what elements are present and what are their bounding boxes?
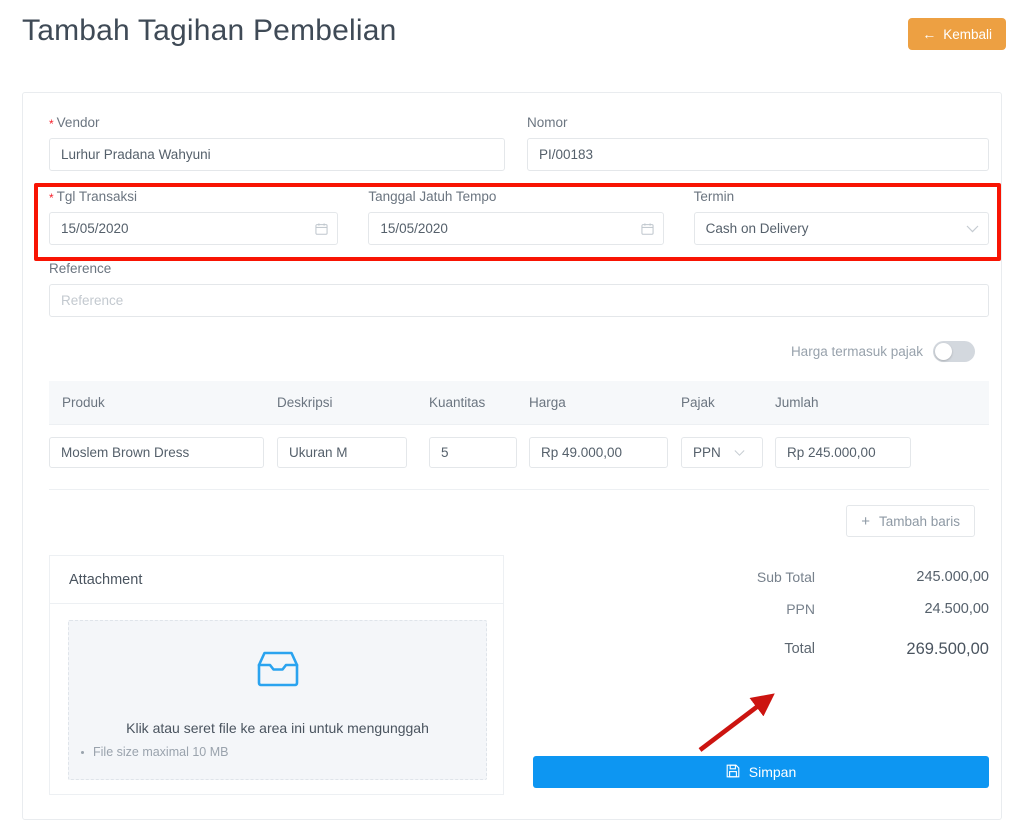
form-row-reference: Reference Reference (49, 261, 989, 318)
subtotal-value: 245.000,00 (916, 569, 989, 585)
cell-kuantitas: 5 (429, 437, 529, 468)
total-line-subtotal: Sub Total 245.000,00 (533, 561, 989, 593)
jatuh-tempo-wrap: 15/05/2020 (368, 212, 664, 246)
ppn-value: 24.500,00 (924, 601, 989, 617)
ppn-label: PPN (786, 601, 815, 617)
save-button-label: Simpan (748, 764, 797, 780)
field-jatuh-tempo: Tanggal Jatuh Tempo 15/05/2020 (368, 189, 664, 246)
jatuh-tempo-input[interactable]: 15/05/2020 (368, 212, 664, 246)
tgl-transaksi-wrap: 15/05/2020 (49, 212, 339, 246)
kuantitas-input[interactable]: 5 (429, 437, 517, 468)
tax-inclusive-toggle-group: Harga termasuk pajak (791, 341, 975, 362)
field-nomor: Nomor PI/00183 (527, 115, 989, 172)
deskripsi-input[interactable]: Ukuran M (277, 437, 407, 468)
table-row: Moslem Brown Dress Ukuran M 5 Rp 49.000,… (49, 437, 989, 468)
pajak-wrap: PPN (681, 437, 763, 468)
chevron-down-icon[interactable] (966, 225, 979, 233)
total-line-grand: Total 269.500,00 (533, 633, 989, 665)
inbox-tray-icon (255, 649, 301, 694)
produk-input[interactable]: Moslem Brown Dress (49, 437, 264, 468)
table-divider (49, 489, 989, 490)
tax-inclusive-label: Harga termasuk pajak (790, 344, 923, 359)
tax-inclusive-switch[interactable] (933, 341, 975, 362)
totals-section: Sub Total 245.000,00 PPN 24.500,00 Total… (533, 561, 989, 665)
label-jatuh-tempo: Tanggal Jatuh Tempo (368, 189, 497, 204)
vendor-input[interactable]: Lurhur Pradana Wahyuni (49, 138, 505, 172)
chevron-down-icon[interactable] (734, 449, 745, 456)
cell-produk: Moslem Brown Dress (49, 437, 277, 468)
harga-input[interactable]: Rp 49.000,00 (529, 437, 668, 468)
nomor-input[interactable]: PI/00183 (527, 138, 989, 172)
attachment-note-text: File size maximal 10 MB (93, 745, 229, 759)
column-header-kuantitas: Kuantitas (429, 395, 486, 410)
column-header-pajak: Pajak (681, 395, 715, 410)
column-header-deskripsi: Deskripsi (277, 395, 333, 410)
cell-deskripsi: Ukuran M (277, 437, 429, 468)
field-reference: Reference Reference (49, 261, 989, 318)
back-button[interactable]: ← Kembali (908, 18, 1006, 50)
attachment-title: Attachment (50, 556, 503, 604)
back-button-label: Kembali (943, 26, 992, 42)
label-tgl-transaksi: * Tgl Transaksi (49, 189, 338, 205)
required-marker-vendor: * (49, 117, 54, 131)
reference-input[interactable]: Reference (49, 284, 989, 318)
plus-icon: + (861, 512, 870, 530)
attachment-drop-text: Klik atau seret file ke area ini untuk m… (126, 720, 429, 736)
tgl-transaksi-input[interactable]: 15/05/2020 (49, 212, 339, 246)
column-header-jumlah: Jumlah (775, 395, 819, 410)
cell-jumlah: Rp 245.000,00 (775, 437, 925, 468)
cell-harga: Rp 49.000,00 (529, 437, 681, 468)
field-tgl-transaksi: * Tgl Transaksi 15/05/2020 (49, 189, 339, 246)
bullet-icon (81, 750, 84, 754)
label-termin: Termin (693, 189, 735, 204)
column-header-harga: Harga (529, 395, 566, 410)
grand-total-label: Total (784, 641, 815, 657)
add-row-button[interactable]: + Tambah baris (846, 505, 975, 537)
attachment-note: File size maximal 10 MB (81, 745, 228, 759)
termin-select[interactable]: Cash on Delivery (693, 212, 989, 246)
form-card: * Vendor Lurhur Pradana Wahyuni Nomor PI/… (22, 92, 1002, 820)
grand-total-value: 269.500,00 (906, 639, 989, 658)
label-nomor: Nomor (527, 115, 568, 130)
label-vendor: * Vendor (49, 115, 505, 131)
termin-wrap: Cash on Delivery (693, 212, 989, 246)
label-vendor-text: Vendor (56, 115, 100, 130)
label-tgl-transaksi-text: Tgl Transaksi (56, 189, 137, 204)
column-header-produk: Produk (62, 395, 105, 410)
required-marker-tgl: * (49, 191, 54, 205)
add-row-label: Tambah baris (878, 513, 960, 529)
save-icon (726, 764, 740, 781)
items-table-header: Produk Deskripsi Kuantitas Harga Pajak J… (49, 381, 989, 425)
calendar-icon[interactable] (315, 222, 328, 235)
pajak-select[interactable]: PPN (681, 437, 763, 468)
form-row-dates-terms: * Tgl Transaksi 15/05/2020 Tanggal Jatuh … (49, 189, 989, 246)
total-line-ppn: PPN 24.500,00 (533, 593, 989, 625)
jumlah-input[interactable]: Rp 245.000,00 (775, 437, 911, 468)
attachment-dropzone[interactable]: Klik atau seret file ke area ini untuk m… (68, 620, 487, 780)
page-title: Tambah Tagihan Pembelian (22, 14, 397, 47)
switch-knob (935, 343, 952, 360)
cell-pajak: PPN (681, 437, 775, 468)
field-vendor: * Vendor Lurhur Pradana Wahyuni (49, 115, 505, 172)
attachment-panel: Attachment Klik atau seret file ke area … (49, 555, 504, 795)
save-button[interactable]: Simpan (533, 756, 989, 788)
purchase-bill-page: Tambah Tagihan Pembelian ← Kembali * Vend… (0, 0, 1024, 838)
calendar-icon[interactable] (641, 222, 654, 235)
label-reference: Reference (49, 261, 112, 276)
arrow-left-icon: ← (922, 26, 937, 42)
form-row-vendor-nomor: * Vendor Lurhur Pradana Wahyuni Nomor PI/… (49, 115, 989, 172)
subtotal-label: Sub Total (756, 569, 815, 585)
field-termin: Termin Cash on Delivery (693, 189, 989, 246)
